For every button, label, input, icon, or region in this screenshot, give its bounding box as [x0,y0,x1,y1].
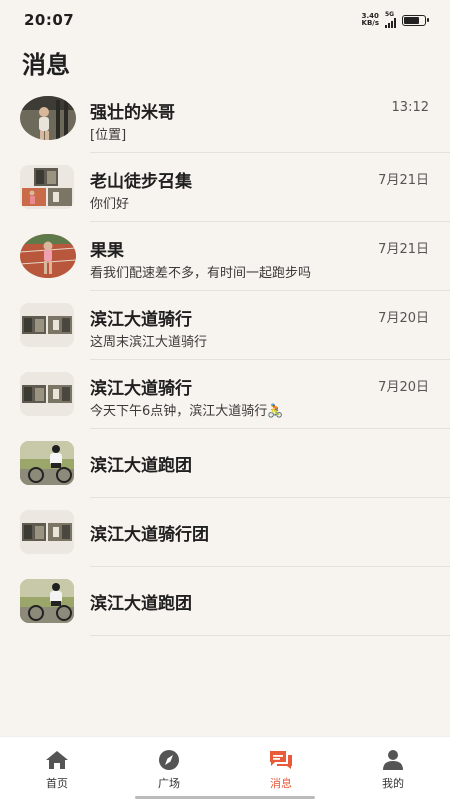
group-collage-avatar[interactable] [20,372,74,416]
tab-mine[interactable]: 我的 [353,749,433,791]
conversation-row[interactable]: 强壮的米哥 [位置] 13:12 [0,84,450,153]
conversation-preview: 你们好 [90,197,130,212]
tab-messages[interactable]: 消息 [241,749,321,791]
tab-home-label: 首页 [46,777,68,790]
tab-square[interactable]: 广场 [129,749,209,791]
tab-home[interactable]: 首页 [17,749,97,791]
conversation-name: 滨江大道骑行团 [90,525,209,545]
conversation-name: 强壮的米哥 [90,103,175,123]
group-collage-avatar[interactable] [20,165,74,209]
network-type: 5G [385,12,396,28]
conversation-name: 滨江大道骑行 [90,379,192,399]
conversation-row[interactable]: 滨江大道骑行团 [0,498,450,567]
page-title: 消息 [22,51,70,79]
conversation-row[interactable]: 滨江大道跑团 [0,429,450,498]
conversation-time: 7月20日 [378,380,429,395]
conversation-row[interactable]: 滨江大道骑行 今天下午6点钟，滨江大道骑行🚴 7月20日 [0,360,450,429]
runner-photo-avatar[interactable] [20,96,76,140]
group-collage-avatar[interactable] [20,510,74,554]
tab-square-label: 广场 [158,777,180,790]
conversation-preview: [位置] [90,128,127,143]
status-bar: 20:07 3.40 KB/s 5G [0,0,450,40]
status-indicators: 3.40 KB/s 5G [361,12,429,28]
tab-messages-label: 消息 [270,777,292,790]
network-speed: 3.40 KB/s [361,12,379,27]
message-list: 强壮的米哥 [位置] 13:12 老山徒步召集 你们好 7月21日 果果 看我们… [0,84,450,636]
conversation-time: 7月21日 [378,242,429,257]
conversation-preview: 这周末滨江大道骑行 [90,335,208,350]
conversation-name: 滨江大道骑行 [90,310,192,330]
group-collage-avatar[interactable] [20,303,74,347]
conversation-name: 果果 [90,241,124,261]
user-icon [383,750,403,770]
home-icon [46,751,68,769]
conversation-row[interactable]: 滨江大道跑团 [0,567,450,636]
compass-icon [159,750,179,770]
conversation-preview: 看我们配速差不多，有时间一起跑步吗 [90,266,312,281]
conversation-row[interactable]: 老山徒步召集 你们好 7月21日 [0,153,450,222]
conversation-name: 滨江大道跑团 [90,594,192,614]
home-indicator [135,796,315,799]
conversation-time: 7月21日 [378,173,429,188]
track-runner-avatar[interactable] [20,234,76,278]
conversation-preview: 今天下午6点钟，滨江大道骑行🚴 [90,404,284,419]
conversation-name: 滨江大道跑团 [90,456,192,476]
conversation-row[interactable]: 果果 看我们配速差不多，有时间一起跑步吗 7月21日 [0,222,450,291]
chat-icon [270,751,292,769]
conversation-name: 老山徒步召集 [90,172,192,192]
signal-icon [385,18,396,28]
conversation-row[interactable]: 滨江大道骑行 这周末滨江大道骑行 7月20日 [0,291,450,360]
cyclist-photo-avatar[interactable] [20,579,74,623]
cyclist-photo-avatar[interactable] [20,441,74,485]
divider [90,635,450,636]
conversation-time: 7月20日 [378,311,429,326]
battery-icon [402,14,429,26]
conversation-time: 13:12 [391,100,429,115]
bottom-nav: 首页 广场 消息 我的 [0,736,450,800]
status-time: 20:07 [24,11,75,29]
tab-mine-label: 我的 [382,777,404,790]
